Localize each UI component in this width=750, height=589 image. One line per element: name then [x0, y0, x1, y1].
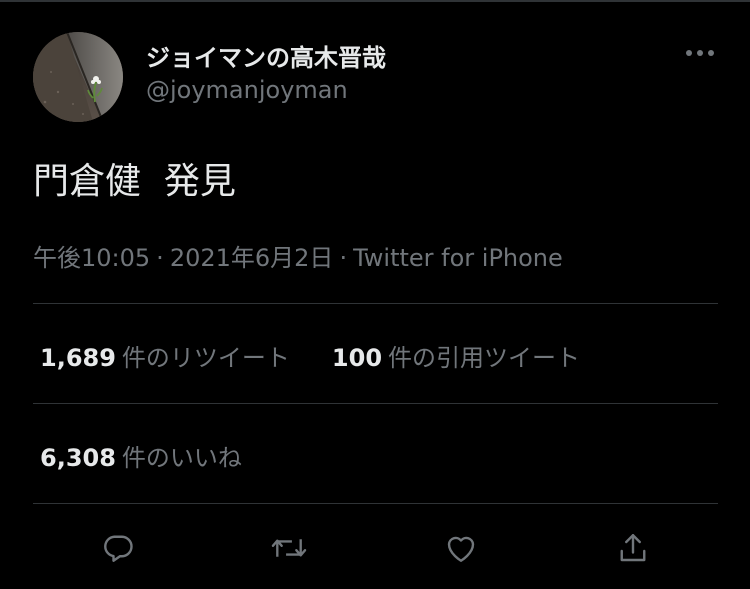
- like-count-link[interactable]: 6,308 件のいいね: [40, 438, 242, 473]
- like-label: 件のいいね: [121, 444, 242, 472]
- share-icon: [620, 534, 646, 562]
- meta-separator: ·: [156, 244, 164, 272]
- retweet-icon: [271, 539, 307, 557]
- more-button[interactable]: [680, 40, 720, 66]
- tweet-date: 2021年6月2日: [169, 244, 334, 272]
- divider: [33, 403, 718, 404]
- heart-icon: [447, 536, 475, 562]
- avatar-photo: [33, 32, 123, 122]
- action-bar: [0, 526, 750, 576]
- stats-row-likes: 6,308 件のいいね: [40, 438, 242, 473]
- avatar[interactable]: [33, 32, 123, 122]
- stats-row-retweets: 1,689 件のリツイート 100 件の引用ツイート: [40, 338, 580, 373]
- retweet-button[interactable]: [267, 526, 311, 570]
- tweet-text: 門倉健 発見: [33, 161, 236, 202]
- divider: [33, 503, 718, 504]
- more-horizontal-icon: [686, 50, 714, 56]
- quote-label: 件の引用ツイート: [388, 344, 581, 372]
- quote-count-link[interactable]: 100 件の引用ツイート: [332, 338, 580, 373]
- retweet-count-link[interactable]: 1,689 件のリツイート: [40, 338, 290, 373]
- top-divider: [0, 0, 750, 2]
- like-count: 6,308: [40, 444, 116, 472]
- retweet-count: 1,689: [40, 344, 116, 372]
- like-button[interactable]: [439, 526, 483, 570]
- reply-button[interactable]: [96, 526, 140, 570]
- display-name[interactable]: ジョイマンの高木晋哉: [146, 38, 386, 73]
- reply-icon: [104, 535, 133, 562]
- tweet-meta: 午後10:05 · 2021年6月2日 · Twitter for iPhone: [33, 238, 563, 273]
- share-button[interactable]: [611, 526, 655, 570]
- quote-count: 100: [331, 344, 383, 372]
- meta-separator: ·: [339, 244, 348, 272]
- retweet-label: 件のリツイート: [121, 344, 290, 372]
- divider: [33, 303, 718, 304]
- user-handle[interactable]: @joymanjoyman: [146, 76, 348, 104]
- tweet-time: 午後10:05: [33, 244, 151, 272]
- tweet-source[interactable]: Twitter for iPhone: [353, 244, 563, 272]
